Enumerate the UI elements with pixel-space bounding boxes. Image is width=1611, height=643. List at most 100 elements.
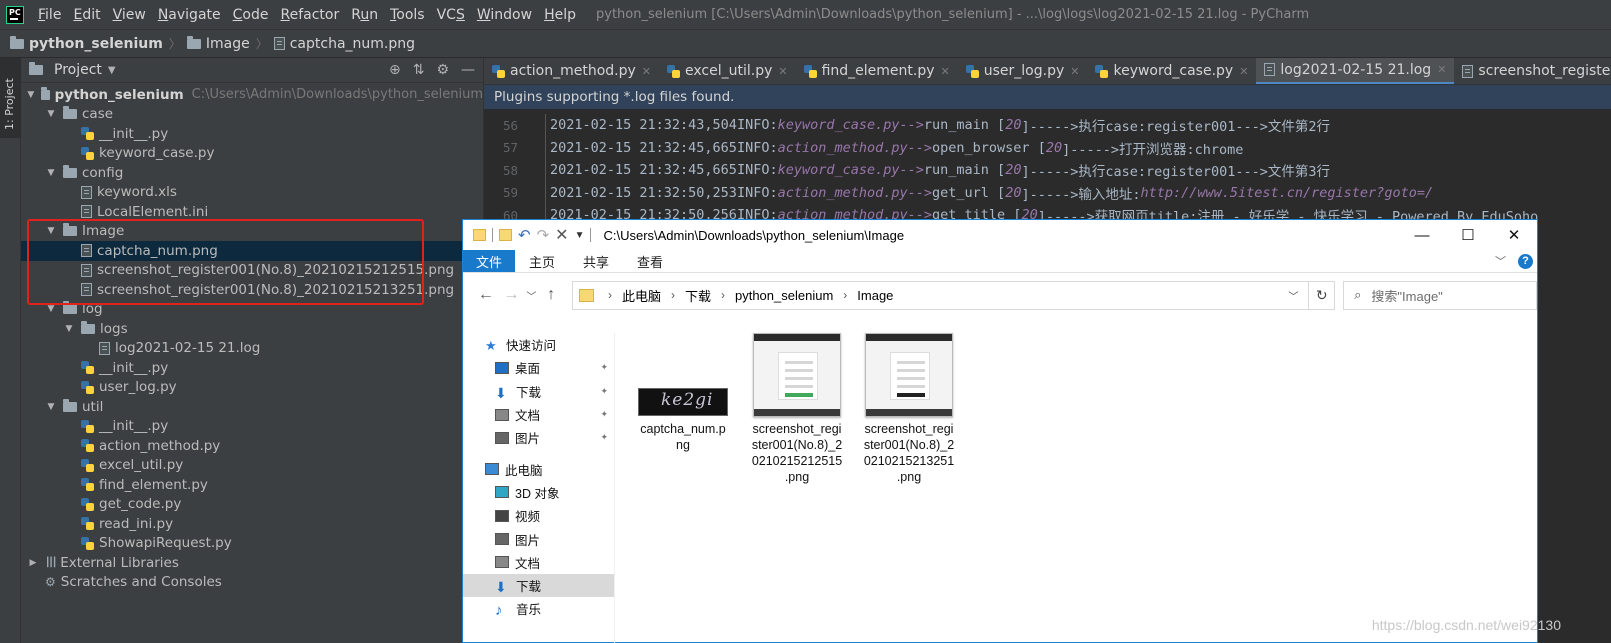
tree-folder[interactable]: ▼ case	[21, 105, 483, 125]
menu-item-file[interactable]: File	[32, 7, 67, 23]
nav-item[interactable]: 文档	[463, 551, 614, 574]
close-tab-icon[interactable]: ✕	[778, 65, 787, 78]
hide-icon[interactable]: —	[461, 62, 475, 78]
expand-open-icon[interactable]: ▼	[45, 168, 57, 178]
ribbon-tab-home[interactable]: 主页	[515, 250, 569, 272]
tree-file[interactable]: ▶ ┃┃┃ External Libraries	[21, 553, 483, 573]
menu-item-tools[interactable]: Tools	[384, 7, 431, 23]
nav-item[interactable]: 此电脑	[463, 457, 614, 480]
editor-tab[interactable]: excel_util.py ✕	[659, 58, 796, 84]
editor-tab[interactable]: keyword_case.py ✕	[1087, 58, 1256, 84]
tree-folder[interactable]: ▼ log	[21, 300, 483, 320]
nav-item[interactable]: 视频	[463, 504, 614, 527]
tree-file[interactable]: __init__.py	[21, 358, 483, 378]
tree-file[interactable]: action_method.py	[21, 436, 483, 456]
breadcrumb-project[interactable]: python_selenium	[10, 35, 163, 52]
tree-file[interactable]: ⚙ Scratches and Consoles	[21, 573, 483, 593]
chevron-down-icon[interactable]: ▼	[575, 230, 585, 241]
address-bar[interactable]: › 此电脑 › 下载 › python_selenium › Image ﹀	[571, 280, 1310, 310]
collapse-all-icon[interactable]: ⇅	[413, 62, 425, 78]
expand-open-icon[interactable]: ▼	[45, 109, 57, 119]
nav-item[interactable]: ★ 快速访问	[463, 333, 614, 356]
help-icon[interactable]: ?	[1518, 253, 1533, 269]
address-segment[interactable]: Image	[857, 288, 893, 303]
menu-item-window[interactable]: Window	[471, 7, 538, 23]
menu-item-edit[interactable]: Edit	[67, 7, 106, 23]
expand-closed-icon[interactable]: ▶	[27, 558, 39, 568]
menu-item-code[interactable]: Code	[227, 7, 275, 23]
close-icon[interactable]: ✕	[1491, 220, 1537, 250]
address-segment[interactable]: 下载	[685, 286, 711, 305]
log-url[interactable]: http://www.5itest.cn/register?goto=/	[1140, 185, 1433, 201]
editor-tab[interactable]: log2021-02-15 21.log ✕	[1256, 58, 1455, 84]
up-icon[interactable]: ↑	[538, 286, 564, 304]
nav-item[interactable]: 图片 ✦	[463, 426, 614, 449]
ribbon-tab-file[interactable]: 文件	[463, 250, 516, 272]
expand-open-icon[interactable]: ▼	[45, 226, 57, 236]
tree-file[interactable]: keyword_case.py	[21, 144, 483, 164]
close-tab-icon[interactable]: ✕	[1070, 65, 1079, 78]
tree-file[interactable]: LocalElement.ini	[21, 202, 483, 222]
tree-file[interactable]: keyword.xls	[21, 183, 483, 203]
gear-icon[interactable]: ⚙	[436, 62, 449, 78]
tree-file[interactable]: screenshot_register001(No.8)_20210215213…	[21, 280, 483, 300]
tree-folder[interactable]: ▼ Image	[21, 222, 483, 242]
editor-tab[interactable]: screenshot_register001(No.8)_20	[1454, 58, 1611, 84]
close-tab-icon[interactable]: ✕	[642, 65, 651, 78]
nav-item[interactable]: ⬇ 下载	[463, 573, 614, 598]
maximize-icon[interactable]: ☐	[1445, 220, 1491, 250]
expand-open-icon[interactable]: ▼	[45, 402, 57, 412]
tree-file[interactable]: __init__.py	[21, 124, 483, 144]
menu-item-navigate[interactable]: Navigate	[152, 7, 227, 23]
editor-tab[interactable]: action_method.py ✕	[484, 58, 659, 84]
ribbon-tab-share[interactable]: 共享	[569, 250, 623, 272]
plugin-notice[interactable]: Plugins supporting *.log files found.	[484, 85, 1611, 109]
file-item[interactable]: screenshot_regi ster001(No.8)_2 0210215212…	[747, 333, 847, 493]
tree-file[interactable]: captcha_num.png	[21, 241, 483, 261]
chevron-down-icon[interactable]: ﹀	[524, 288, 538, 303]
expand-open-icon[interactable]: ▼	[63, 324, 75, 334]
close-tab-icon[interactable]: ✕	[941, 65, 950, 78]
editor-tab[interactable]: user_log.py ✕	[958, 58, 1088, 84]
ribbon-tab-view[interactable]: 查看	[623, 250, 677, 272]
chevron-down-icon[interactable]: ﹀	[1495, 253, 1506, 269]
tree-file[interactable]: find_element.py	[21, 475, 483, 495]
menu-item-refactor[interactable]: Refactor	[274, 7, 345, 23]
minimize-icon[interactable]: —	[1399, 220, 1445, 250]
locate-icon[interactable]: ⊕	[389, 62, 401, 78]
refresh-icon[interactable]: ↻	[1309, 280, 1336, 310]
code-area[interactable]: 56 2021-02-15 21:32:43,504 INFO : keyword…	[484, 114, 1611, 227]
chevron-down-icon[interactable]: ▼	[108, 65, 116, 76]
expand-open-icon[interactable]: ▼	[27, 90, 35, 100]
properties-icon[interactable]	[499, 229, 512, 241]
back-icon[interactable]: ←	[473, 286, 499, 304]
chevron-down-icon[interactable]: ﹀	[1288, 288, 1298, 303]
breadcrumb-file[interactable]: captcha_num.png	[273, 36, 415, 52]
search-input[interactable]: ⌕ 搜索"Image"	[1343, 280, 1538, 310]
nav-item[interactable]: 桌面 ✦	[463, 356, 614, 379]
undo-icon[interactable]: ↶	[518, 226, 531, 244]
nav-item[interactable]: ♪ 音乐	[463, 597, 614, 620]
file-item[interactable]: ke2gi captcha_num.p ng	[633, 333, 733, 493]
menu-item-view[interactable]: View	[107, 7, 152, 23]
nav-item[interactable]: 图片	[463, 527, 614, 550]
breadcrumb-folder[interactable]: Image	[186, 35, 250, 52]
redo-icon[interactable]: ↷	[537, 226, 550, 244]
tree-file[interactable]: __init__.py	[21, 417, 483, 437]
menu-item-help[interactable]: Help	[538, 7, 582, 23]
address-segment[interactable]: python_selenium	[735, 288, 833, 303]
tree-file[interactable]: log2021-02-15 21.log	[21, 339, 483, 359]
nav-item[interactable]: 文档 ✦	[463, 403, 614, 426]
tree-file[interactable]: read_ini.py	[21, 514, 483, 534]
close-tab-icon[interactable]: ✕	[1239, 65, 1248, 78]
delete-icon[interactable]: ✕	[555, 225, 568, 245]
project-panel-title[interactable]: Project	[54, 62, 102, 78]
tree-file[interactable]: screenshot_register001(No.8)_20210215212…	[21, 261, 483, 281]
menu-item-run[interactable]: Run	[345, 7, 384, 23]
nav-item[interactable]: 3D 对象	[463, 481, 614, 504]
menu-item-vcs[interactable]: VCS	[431, 7, 471, 23]
expand-open-icon[interactable]: ▼	[45, 304, 57, 314]
tree-file[interactable]: excel_util.py	[21, 456, 483, 476]
editor-tab[interactable]: find_element.py ✕	[796, 58, 958, 84]
tree-folder[interactable]: ▼ logs	[21, 319, 483, 339]
